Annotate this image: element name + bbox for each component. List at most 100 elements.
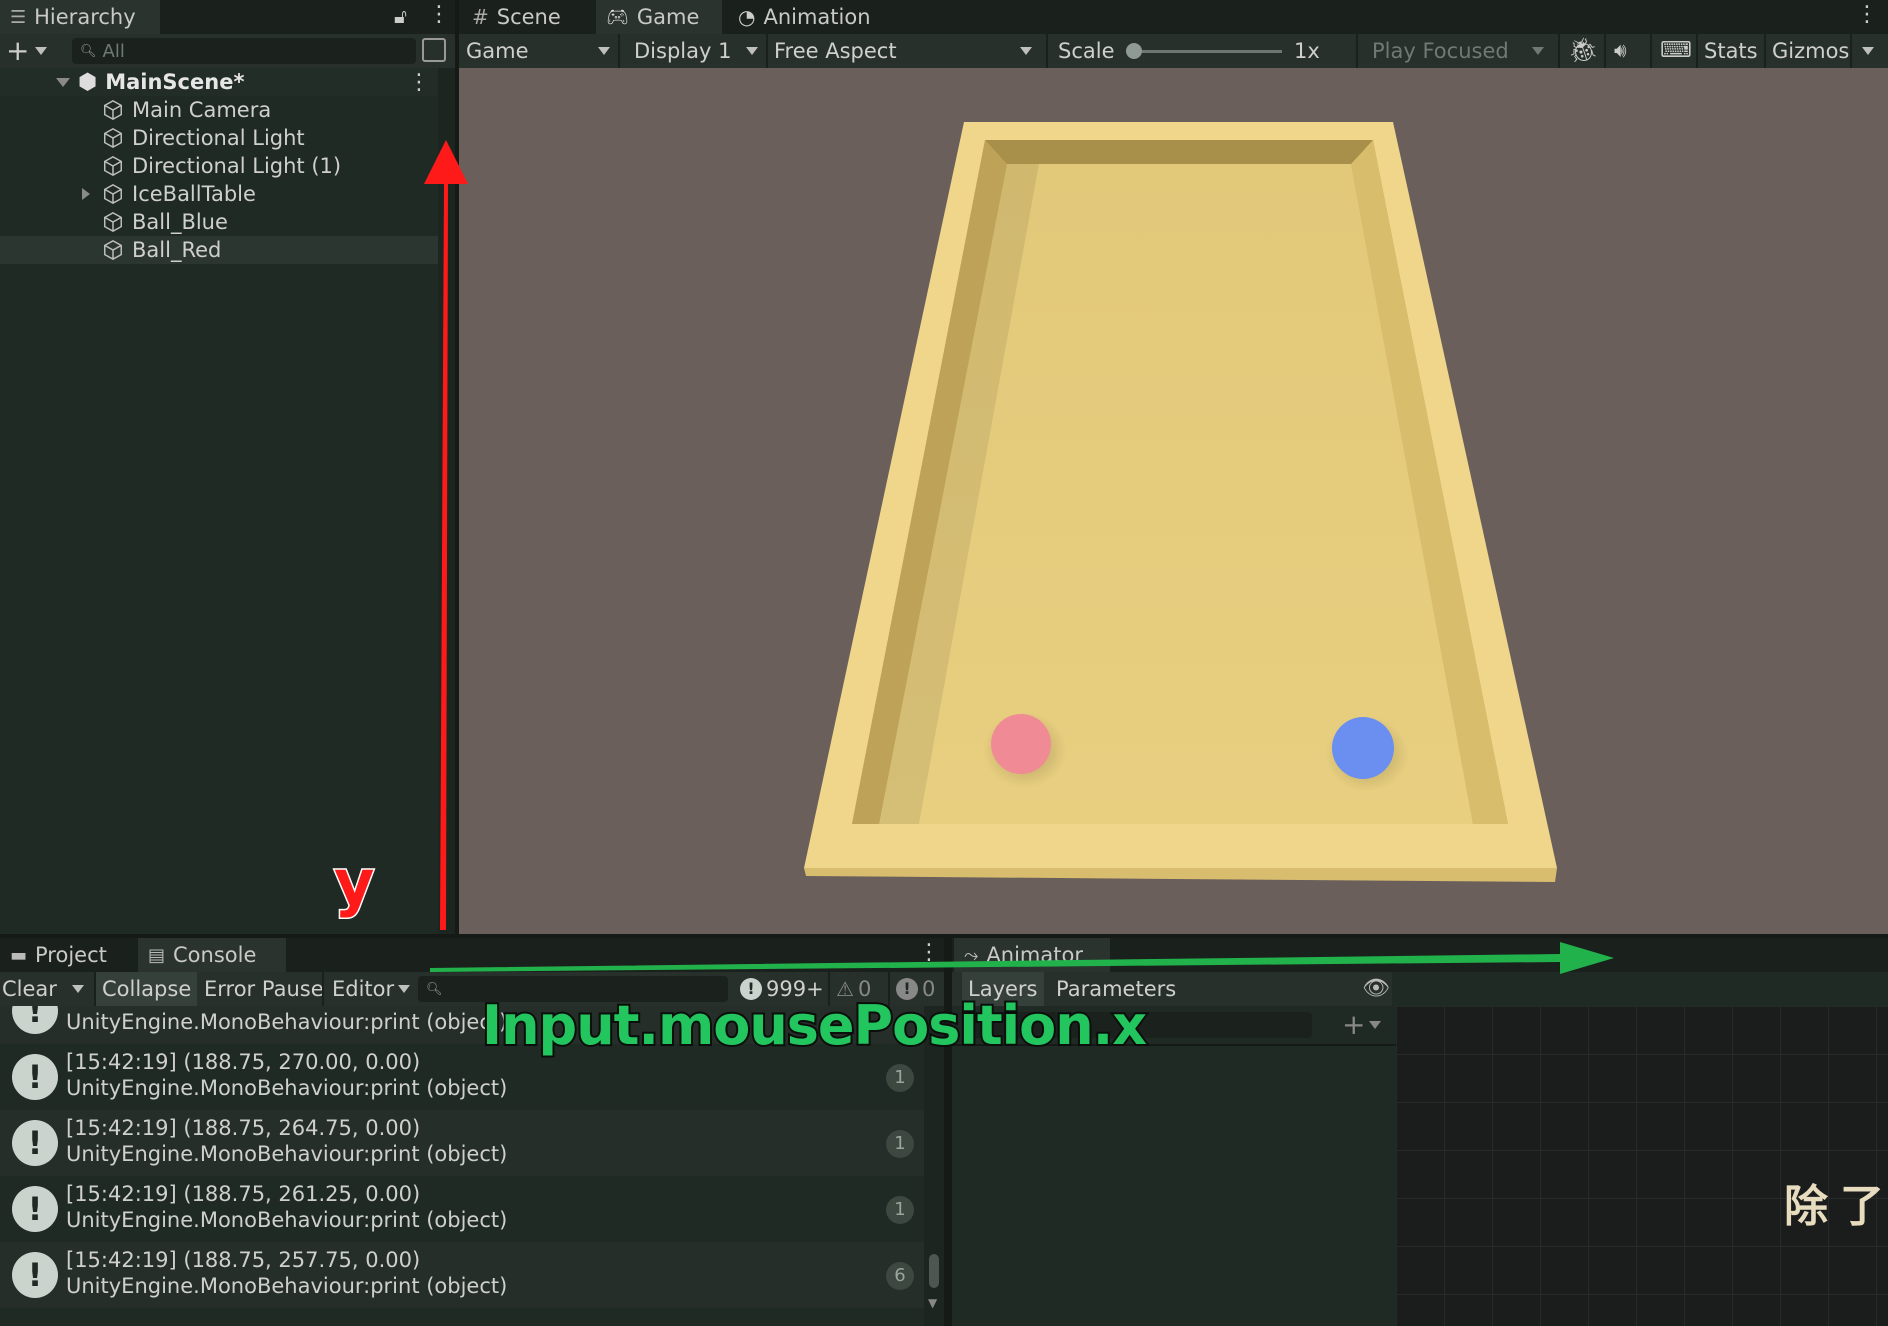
console-more-menu-icon[interactable]: ⋮ bbox=[918, 940, 940, 965]
grid-hash-icon: # bbox=[472, 5, 489, 29]
collapse-button[interactable]: Collapse bbox=[96, 972, 198, 1006]
open-window-icon[interactable] bbox=[422, 38, 446, 62]
chevron-down-icon bbox=[1369, 1020, 1382, 1029]
unity-scene-icon: ⬢ bbox=[78, 69, 98, 95]
scene-more-icon[interactable]: ⋮ bbox=[408, 70, 430, 95]
list-item[interactable]: Ball_Blue bbox=[0, 208, 438, 236]
add-object-button[interactable]: + bbox=[6, 36, 48, 66]
add-parameter-button[interactable]: + bbox=[1342, 1008, 1382, 1041]
log-count-badge: 1 bbox=[886, 1196, 914, 1224]
tab-animator[interactable]: ⤳ Animator bbox=[954, 938, 1110, 972]
chevron-down-icon bbox=[746, 47, 758, 55]
eye-icon[interactable]: 👁︎ bbox=[1362, 976, 1390, 1001]
log-message-line1: [15:42:19] (188.75, 261.25, 0.00) bbox=[66, 1182, 421, 1206]
list-item-label: Ball_Blue bbox=[132, 210, 228, 234]
keyboard-icon[interactable]: ⌨︎ bbox=[1660, 38, 1692, 63]
gameobject-cube-icon bbox=[104, 211, 122, 233]
list-item-label: Ball_Red bbox=[132, 238, 222, 262]
more-menu-icon[interactable]: ⋮ bbox=[428, 2, 450, 27]
stats-button[interactable]: Stats bbox=[1704, 34, 1758, 68]
log-message-line1: [15:42:19] (188.75, 264.75, 0.00) bbox=[66, 1116, 421, 1140]
list-item-label: IceBallTable bbox=[132, 182, 256, 206]
info-icon: ! bbox=[12, 1252, 58, 1298]
chevron-down-icon bbox=[398, 985, 411, 993]
log-message-line2: UnityEngine.MonoBehaviour:print (object) bbox=[66, 1274, 508, 1298]
ice-ball-table bbox=[804, 122, 1557, 882]
log-count-badge: 1 bbox=[886, 1130, 914, 1158]
list-item[interactable]: Ball_Red bbox=[0, 236, 438, 264]
gizmos-button[interactable]: Gizmos bbox=[1772, 34, 1849, 68]
list-item[interactable]: Directional Light (1) bbox=[0, 152, 438, 180]
play-mode-dropdown[interactable]: Play Focused bbox=[1372, 34, 1552, 68]
tab-animation[interactable]: ◔ Animation bbox=[728, 0, 898, 34]
chevron-down-icon bbox=[1020, 47, 1032, 55]
speaker-icon[interactable]: 🔊︎ bbox=[1614, 38, 1627, 62]
table-back-wall bbox=[985, 140, 1373, 164]
list-item-label: Directional Light bbox=[132, 126, 305, 150]
scale-slider[interactable] bbox=[1126, 50, 1282, 53]
search-icon: 🔍︎ bbox=[426, 981, 443, 997]
chevron-down-icon bbox=[1532, 47, 1544, 55]
list-item[interactable]: Main Camera bbox=[0, 96, 438, 124]
expand-arrow-icon[interactable] bbox=[82, 188, 90, 200]
search-icon: 🔍︎ bbox=[80, 43, 97, 59]
chevron-down-icon bbox=[598, 47, 610, 55]
bug-icon[interactable]: 🐞︎ bbox=[1568, 36, 1598, 64]
table-row[interactable]: ! [15:42:19] (188.75, 264.75, 0.00) Unit… bbox=[0, 1110, 924, 1176]
info-icon: ! bbox=[12, 1186, 58, 1232]
tab-hierarchy[interactable]: ☰ Hierarchy bbox=[0, 0, 160, 34]
editor-label: Editor bbox=[332, 977, 395, 1001]
game-view-dropdown[interactable]: Game bbox=[466, 34, 616, 68]
game-viewport[interactable] bbox=[459, 68, 1888, 934]
gameobject-cube-icon bbox=[104, 183, 122, 205]
hierarchy-search-input[interactable]: 🔍︎ All bbox=[72, 38, 416, 64]
scroll-down-icon[interactable]: ▼ bbox=[928, 1296, 937, 1310]
log-message-line2: UnityEngine.MonoBehaviour:print (object) bbox=[66, 1076, 508, 1100]
display-dropdown[interactable]: Display 1 bbox=[634, 34, 762, 68]
gizmos-dropdown-icon[interactable] bbox=[1862, 47, 1874, 55]
animator-graph-area[interactable] bbox=[1396, 1006, 1888, 1326]
scene-row[interactable]: ⬢ MainScene* ⋮ bbox=[0, 68, 438, 96]
scrollbar-thumb[interactable] bbox=[929, 1254, 939, 1288]
tab-scene[interactable]: # Scene bbox=[462, 0, 592, 34]
log-message-line2: UnityEngine.MonoBehaviour:print (object) bbox=[66, 1208, 508, 1232]
list-item[interactable]: Directional Light bbox=[0, 124, 438, 152]
clear-dropdown-icon[interactable] bbox=[72, 985, 84, 993]
animator-icon: ⤳ bbox=[964, 944, 979, 966]
info-icon: ! bbox=[12, 1054, 58, 1100]
clear-button[interactable]: Clear bbox=[2, 972, 57, 1006]
scale-slider-handle[interactable] bbox=[1126, 43, 1142, 59]
error-pause-button[interactable]: Error Pause bbox=[204, 972, 324, 1006]
lock-icon[interactable]: 🔓︎ bbox=[394, 4, 407, 28]
list-item[interactable]: IceBallTable bbox=[0, 180, 438, 208]
caption-text: 除了你 bbox=[1784, 1181, 1888, 1232]
info-icon: ! bbox=[12, 1120, 58, 1166]
console-icon: ▤ bbox=[148, 944, 166, 966]
tab-project-label: Project bbox=[35, 943, 107, 967]
ball-red[interactable] bbox=[991, 714, 1051, 774]
hierarchy-scrollbar[interactable] bbox=[438, 68, 455, 934]
game-more-menu-icon[interactable]: ⋮ bbox=[1856, 2, 1878, 27]
aspect-dropdown[interactable]: Free Aspect bbox=[774, 34, 1040, 68]
log-count-badge: 1 bbox=[886, 1064, 914, 1092]
list-item-label: Directional Light (1) bbox=[132, 154, 342, 178]
y-axis-annotation: y bbox=[332, 845, 375, 921]
clock-icon: ◔ bbox=[738, 5, 756, 29]
scene-name: MainScene* bbox=[105, 70, 245, 94]
ball-blue[interactable] bbox=[1332, 717, 1394, 779]
scale-value: 1x bbox=[1294, 39, 1320, 63]
table-row[interactable]: ! [15:42:19] (188.75, 257.75, 0.00) Unit… bbox=[0, 1242, 924, 1308]
display-label: Display 1 bbox=[634, 39, 732, 63]
editor-dropdown[interactable]: Editor bbox=[332, 972, 411, 1006]
log-count-badge: 6 bbox=[886, 1262, 914, 1290]
tab-game[interactable]: 🎮︎ Game bbox=[596, 0, 722, 34]
tab-project[interactable]: ▬ Project bbox=[0, 938, 134, 972]
log-message-line1: [15:42:19] (188.75, 270.00, 0.00) bbox=[66, 1050, 421, 1074]
expand-arrow-icon[interactable] bbox=[56, 77, 70, 87]
tab-animation-label: Animation bbox=[763, 5, 871, 29]
table-row[interactable]: ! [15:42:19] (188.75, 261.25, 0.00) Unit… bbox=[0, 1176, 924, 1242]
tab-console-label: Console bbox=[173, 943, 257, 967]
tab-console[interactable]: ▤ Console bbox=[138, 938, 286, 972]
plus-icon: + bbox=[1342, 1008, 1366, 1041]
tab-scene-label: Scene bbox=[496, 5, 561, 29]
